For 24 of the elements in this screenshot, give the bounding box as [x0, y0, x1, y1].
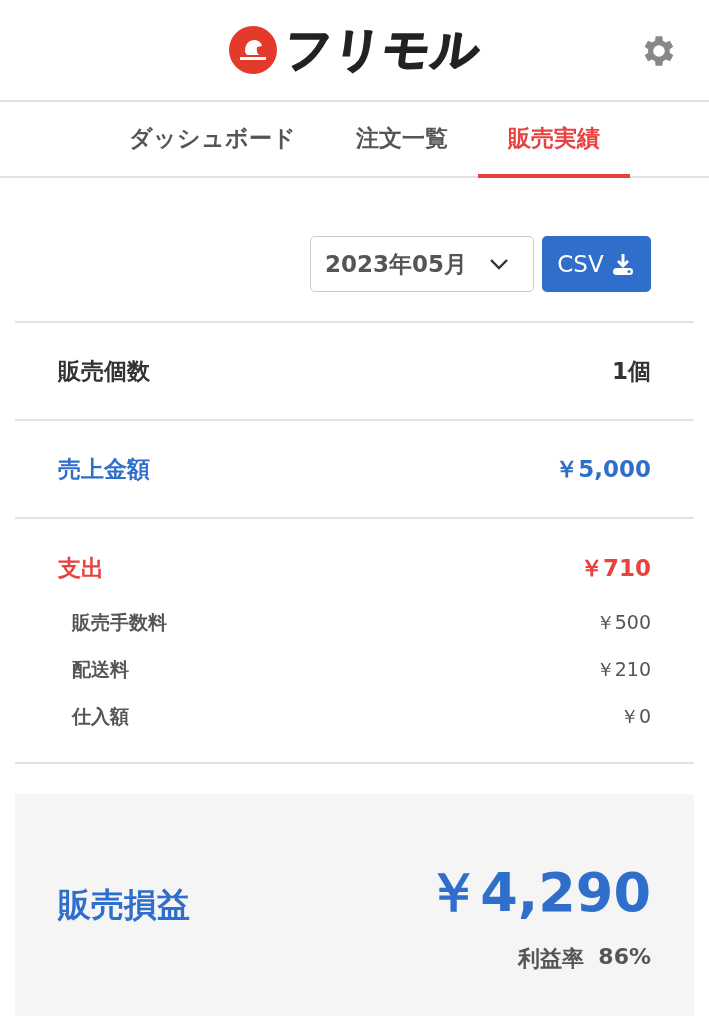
chevron-down-icon [489, 258, 509, 270]
summary-label: 販売個数 [58, 356, 150, 386]
expense-value: ￥210 [595, 656, 651, 682]
expense-value: ￥500 [595, 609, 651, 635]
month-select[interactable]: 2023年05月 [310, 236, 534, 292]
tab[interactable]: 販売実績 [478, 102, 630, 178]
profit-label: 販売損益 [58, 883, 190, 926]
summary-value: ￥5,000 [555, 454, 651, 484]
profit-value: ￥4,290 [426, 859, 651, 926]
summary-value: ￥710 [580, 553, 651, 583]
expense-value: ￥0 [619, 703, 651, 729]
logo-text: フリモル [280, 21, 485, 78]
summary-label: 支出 [58, 553, 104, 583]
summary-value: 1個 [612, 356, 651, 386]
expense-label: 仕入額 [72, 703, 129, 729]
profit-rate: 86% [598, 943, 651, 971]
summary-label: 売上金額 [58, 454, 150, 484]
profit-rate-label: 利益率 [518, 944, 585, 973]
csv-download-button[interactable]: CSV [542, 236, 651, 292]
logo-icon [228, 26, 277, 74]
tab[interactable]: 注文一覧 [326, 102, 478, 178]
tab[interactable]: ダッシュボード [99, 102, 326, 178]
expense-label: 販売手数料 [72, 609, 167, 635]
expense-label: 配送料 [72, 656, 129, 682]
